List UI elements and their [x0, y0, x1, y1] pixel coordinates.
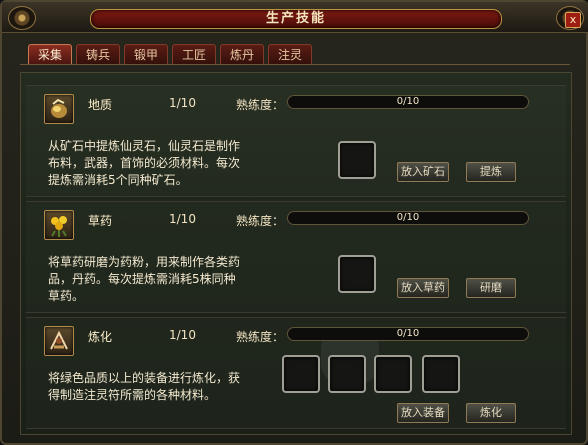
description-line: 草药。 [48, 289, 85, 303]
put-ore-button[interactable]: 放入矿石 [397, 162, 449, 182]
description-line: 品，丹药。每次提炼需消耗5株同种 [48, 272, 236, 286]
window-title: 生产技能 [265, 11, 326, 26]
skill-name: 地质 [88, 98, 113, 112]
equipment-slot[interactable] [328, 355, 366, 393]
tab-alchemy[interactable]: 炼丹 [220, 44, 264, 64]
description-line: 得制造注灵符所需的各种材料。 [48, 388, 217, 402]
tab-gathering[interactable]: 采集 [28, 44, 72, 64]
refine-equipment-button[interactable]: 炼化 [466, 403, 516, 423]
skill-name: 草药 [88, 214, 113, 228]
description-line: 布料，武器，首饰的必须材料。每次 [48, 156, 241, 170]
title-bar: 生产技能 x [2, 2, 588, 33]
section-refinement: 炼化 1/10 熟练度： 0/10 将绿色品质以上的装备进行炼化，获 得制造注灵… [26, 317, 566, 429]
tab-armorsmithing[interactable]: 锻甲 [124, 44, 168, 64]
proficiency-label: 熟练度： [236, 330, 285, 344]
equipment-slot[interactable] [422, 355, 460, 393]
proficiency-bar: 0/10 [287, 95, 529, 109]
section-herbs: 草药 1/10 熟练度： 0/10 将草药研磨为药粉，用来制作各类药 品，丹药。… [26, 201, 566, 313]
put-herb-button[interactable]: 放入草药 [397, 278, 449, 298]
title-plate: 生产技能 [90, 9, 502, 29]
material-slot[interactable] [338, 141, 376, 179]
description-line: 将绿色品质以上的装备进行炼化，获 [48, 371, 241, 385]
proficiency-value: 0/10 [396, 96, 420, 107]
refine-button[interactable]: 提炼 [466, 162, 516, 182]
skill-description: 将草药研磨为药粉，用来制作各类药 品，丹药。每次提炼需消耗5株同种 草药。 [48, 254, 268, 305]
left-ornament-icon [8, 6, 36, 30]
tab-weaponsmithing[interactable]: 铸兵 [76, 44, 120, 64]
refine-icon [44, 326, 74, 356]
description-line: 提炼需消耗5个同种矿石。 [48, 173, 188, 187]
equipment-slot[interactable] [374, 355, 412, 393]
proficiency-bar: 0/10 [287, 211, 529, 225]
close-button[interactable]: x [565, 12, 581, 28]
put-equipment-button[interactable]: 放入装备 [397, 403, 449, 423]
description-line: 将草药研磨为药粉，用来制作各类药 [48, 255, 241, 269]
proficiency-bar: 0/10 [287, 327, 529, 341]
proficiency-value: 0/10 [396, 212, 420, 223]
skill-level: 1/10 [169, 96, 196, 110]
skill-description: 从矿石中提炼仙灵石，仙灵石是制作 布料，武器，首饰的必须材料。每次 提炼需消耗5… [48, 138, 268, 189]
skill-description: 将绿色品质以上的装备进行炼化，获 得制造注灵符所需的各种材料。 [48, 370, 268, 404]
skill-level: 1/10 [169, 212, 196, 226]
description-line: 从矿石中提炼仙灵石，仙灵石是制作 [48, 139, 241, 153]
skill-level: 1/10 [169, 328, 196, 342]
section-geology: 地质 1/10 熟练度： 0/10 从矿石中提炼仙灵石，仙灵石是制作 布料，武器… [26, 85, 566, 197]
tab-crafting[interactable]: 工匠 [172, 44, 216, 64]
skill-name: 炼化 [88, 330, 113, 344]
tab-infusion[interactable]: 注灵 [268, 44, 312, 64]
herb-icon [44, 210, 74, 240]
proficiency-value: 0/10 [396, 328, 420, 339]
ore-icon [44, 94, 74, 124]
grind-button[interactable]: 研磨 [466, 278, 516, 298]
proficiency-label: 熟练度： [236, 98, 285, 112]
tab-divider [20, 64, 570, 65]
proficiency-label: 熟练度： [236, 214, 285, 228]
production-skills-window: 生产技能 x 采集 铸兵 锻甲 工匠 炼丹 注灵 地质 1/10 熟练度： 0/… [0, 0, 588, 445]
material-slot[interactable] [338, 255, 376, 293]
equipment-slot[interactable] [282, 355, 320, 393]
